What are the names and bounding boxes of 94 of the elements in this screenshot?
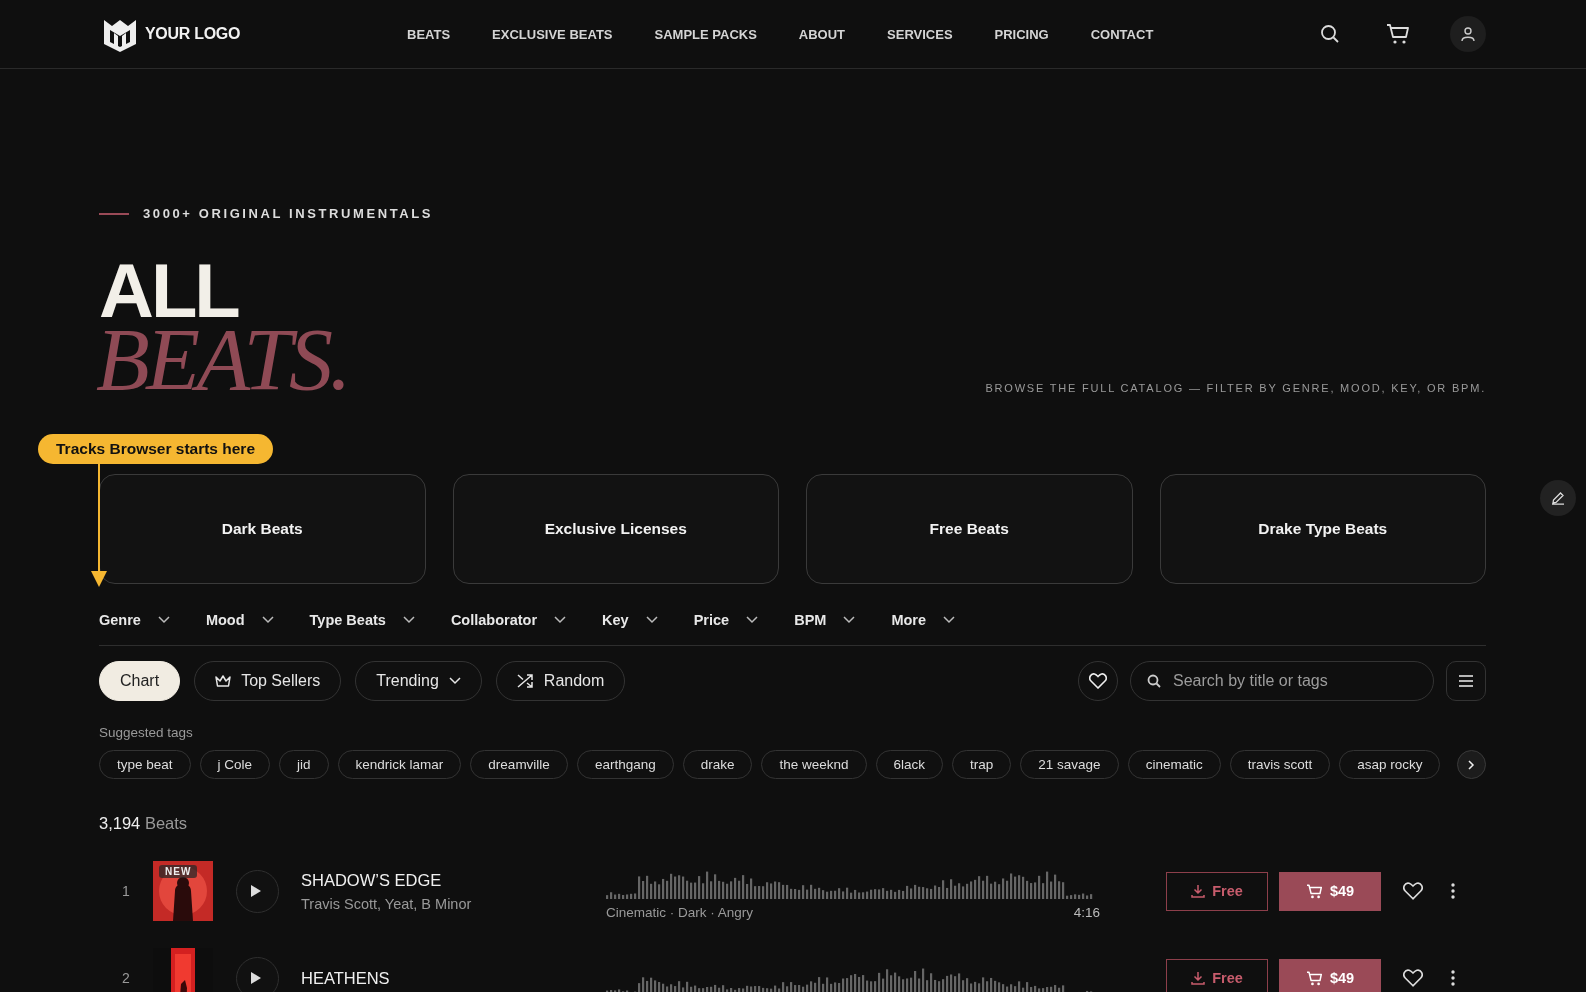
buy-button[interactable]: $49 — [1279, 958, 1381, 992]
menu-button[interactable] — [1446, 661, 1486, 701]
category-card[interactable]: Dark Beats — [99, 474, 426, 584]
filter-dropdown[interactable]: Mood — [205, 612, 274, 628]
chevron-down-icon — [261, 616, 274, 624]
tag-chip[interactable]: dreamville — [470, 750, 568, 779]
free-download-button[interactable]: Free — [1166, 958, 1268, 992]
search-icon[interactable] — [1320, 24, 1340, 44]
track-number: 2 — [121, 970, 131, 986]
track-title: SHADOW’S EDGE — [301, 870, 443, 890]
sort-button[interactable]: Chart — [99, 661, 181, 701]
nav-link[interactable]: SAMPLE PACKS — [654, 26, 757, 42]
download-icon — [1191, 884, 1206, 898]
beat-count: 3,194 Beats — [99, 814, 189, 833]
heart-icon[interactable] — [1403, 882, 1423, 900]
buy-button[interactable]: $49 — [1279, 871, 1381, 911]
tag-chip[interactable]: kendrick lamar — [337, 750, 462, 779]
play-button[interactable] — [236, 956, 279, 992]
category-card[interactable]: Exclusive Licenses — [452, 474, 779, 584]
filter-dropdown[interactable]: Key — [602, 612, 658, 628]
filter-dropdown[interactable]: More — [891, 612, 956, 628]
account-button[interactable] — [1450, 16, 1486, 52]
free-download-button[interactable]: Free — [1166, 871, 1268, 911]
more-icon[interactable] — [1451, 883, 1455, 899]
menu-icon — [1459, 675, 1473, 687]
chevron-down-icon — [645, 616, 658, 624]
new-badge: NEW — [159, 865, 198, 878]
chevron-down-icon — [843, 616, 856, 624]
track-title: HEATHENS — [301, 968, 391, 988]
filter-dropdown[interactable]: Collaborator — [450, 612, 567, 628]
cart-icon — [1305, 970, 1323, 986]
logo-text: YOUR LOGO — [145, 25, 241, 43]
nav-link[interactable]: PRICING — [994, 26, 1049, 42]
track-tags: Cinematic · Dark · Angry — [606, 904, 754, 920]
cart-icon — [1305, 883, 1323, 899]
chevron-down-icon — [746, 616, 759, 624]
nav-link[interactable]: CONTACT — [1090, 26, 1154, 42]
tag-chip[interactable]: travis scott — [1229, 750, 1331, 779]
tag-chip[interactable]: type beat — [99, 750, 191, 779]
pencil-icon — [1551, 491, 1565, 505]
more-icon[interactable] — [1451, 970, 1455, 986]
play-icon — [251, 885, 261, 897]
filter-dropdown[interactable]: Type Beats — [309, 612, 415, 628]
search-field[interactable]: Search by title or tags — [1130, 661, 1434, 701]
tag-chip[interactable]: 21 savage — [1020, 750, 1119, 779]
track-number: 1 — [121, 883, 131, 899]
tag-chip[interactable]: j Cole — [199, 750, 271, 779]
chevron-down-icon — [448, 677, 461, 685]
filter-dropdown[interactable]: BPM — [794, 612, 856, 628]
section-label: Suggested tags — [99, 725, 194, 740]
tag-chip[interactable]: trap — [952, 750, 1012, 779]
user-icon — [1460, 26, 1476, 42]
heart-icon[interactable] — [1403, 969, 1423, 987]
sort-button[interactable]: Trending — [355, 661, 482, 701]
download-icon — [1191, 971, 1206, 985]
edit-button[interactable] — [1540, 480, 1576, 516]
crown-icon — [215, 674, 232, 688]
favorites-button[interactable] — [1078, 661, 1118, 701]
nav-link[interactable]: SERVICES — [887, 26, 953, 42]
track-duration: 4:16 — [1073, 904, 1100, 920]
filter-dropdown[interactable]: Price — [693, 612, 759, 628]
nav-link[interactable]: BEATS — [407, 26, 451, 42]
eyebrow-text: 3000+ ORIGINAL INSTRUMENTALS — [143, 206, 434, 221]
heart-icon — [1089, 673, 1107, 689]
search-icon — [1147, 674, 1161, 688]
tag-chip[interactable]: drake — [682, 750, 753, 779]
category-card[interactable]: Drake Type Beats — [1159, 474, 1486, 584]
sort-button[interactable]: Top Sellers — [194, 661, 342, 701]
category-card[interactable]: Free Beats — [806, 474, 1133, 584]
callout-label: Tracks Browser starts here — [38, 434, 274, 464]
filter-dropdown[interactable]: Genre — [99, 612, 170, 628]
shuffle-icon — [516, 673, 534, 689]
heading-text: ALL — [99, 259, 239, 323]
catalog-subtitle: BROWSE THE FULL CATALOG — FILTER BY GENRE, MOOD, KEY, OR BPM. — [985, 382, 1486, 394]
chevron-right-icon — [1468, 759, 1475, 770]
tag-chip[interactable]: the weeknd — [761, 750, 867, 779]
nav-link[interactable]: ABOUT — [798, 26, 846, 42]
heading-text: BEATS. — [96, 323, 349, 397]
tag-chip[interactable]: cinematic — [1127, 750, 1221, 779]
play-icon — [251, 972, 261, 984]
chevron-down-icon — [157, 616, 170, 624]
play-button[interactable] — [236, 869, 279, 913]
tag-chip[interactable]: asap rocky — [1339, 750, 1441, 779]
sort-button[interactable]: Random — [495, 661, 626, 701]
tag-chip[interactable]: 6lack — [875, 750, 944, 779]
chevron-down-icon — [943, 616, 956, 624]
tag-chip[interactable]: jid — [279, 750, 329, 779]
chevron-down-icon — [554, 616, 567, 624]
scroll-right-button[interactable] — [1457, 750, 1486, 779]
nav-link[interactable]: EXCLUSIVE BEATS — [492, 26, 613, 42]
cart-icon[interactable] — [1386, 23, 1410, 45]
chevron-down-icon — [402, 616, 415, 624]
tag-chip[interactable]: earthgang — [576, 750, 674, 779]
track-artists: Travis Scott, Yeat, B Minor — [301, 895, 473, 912]
